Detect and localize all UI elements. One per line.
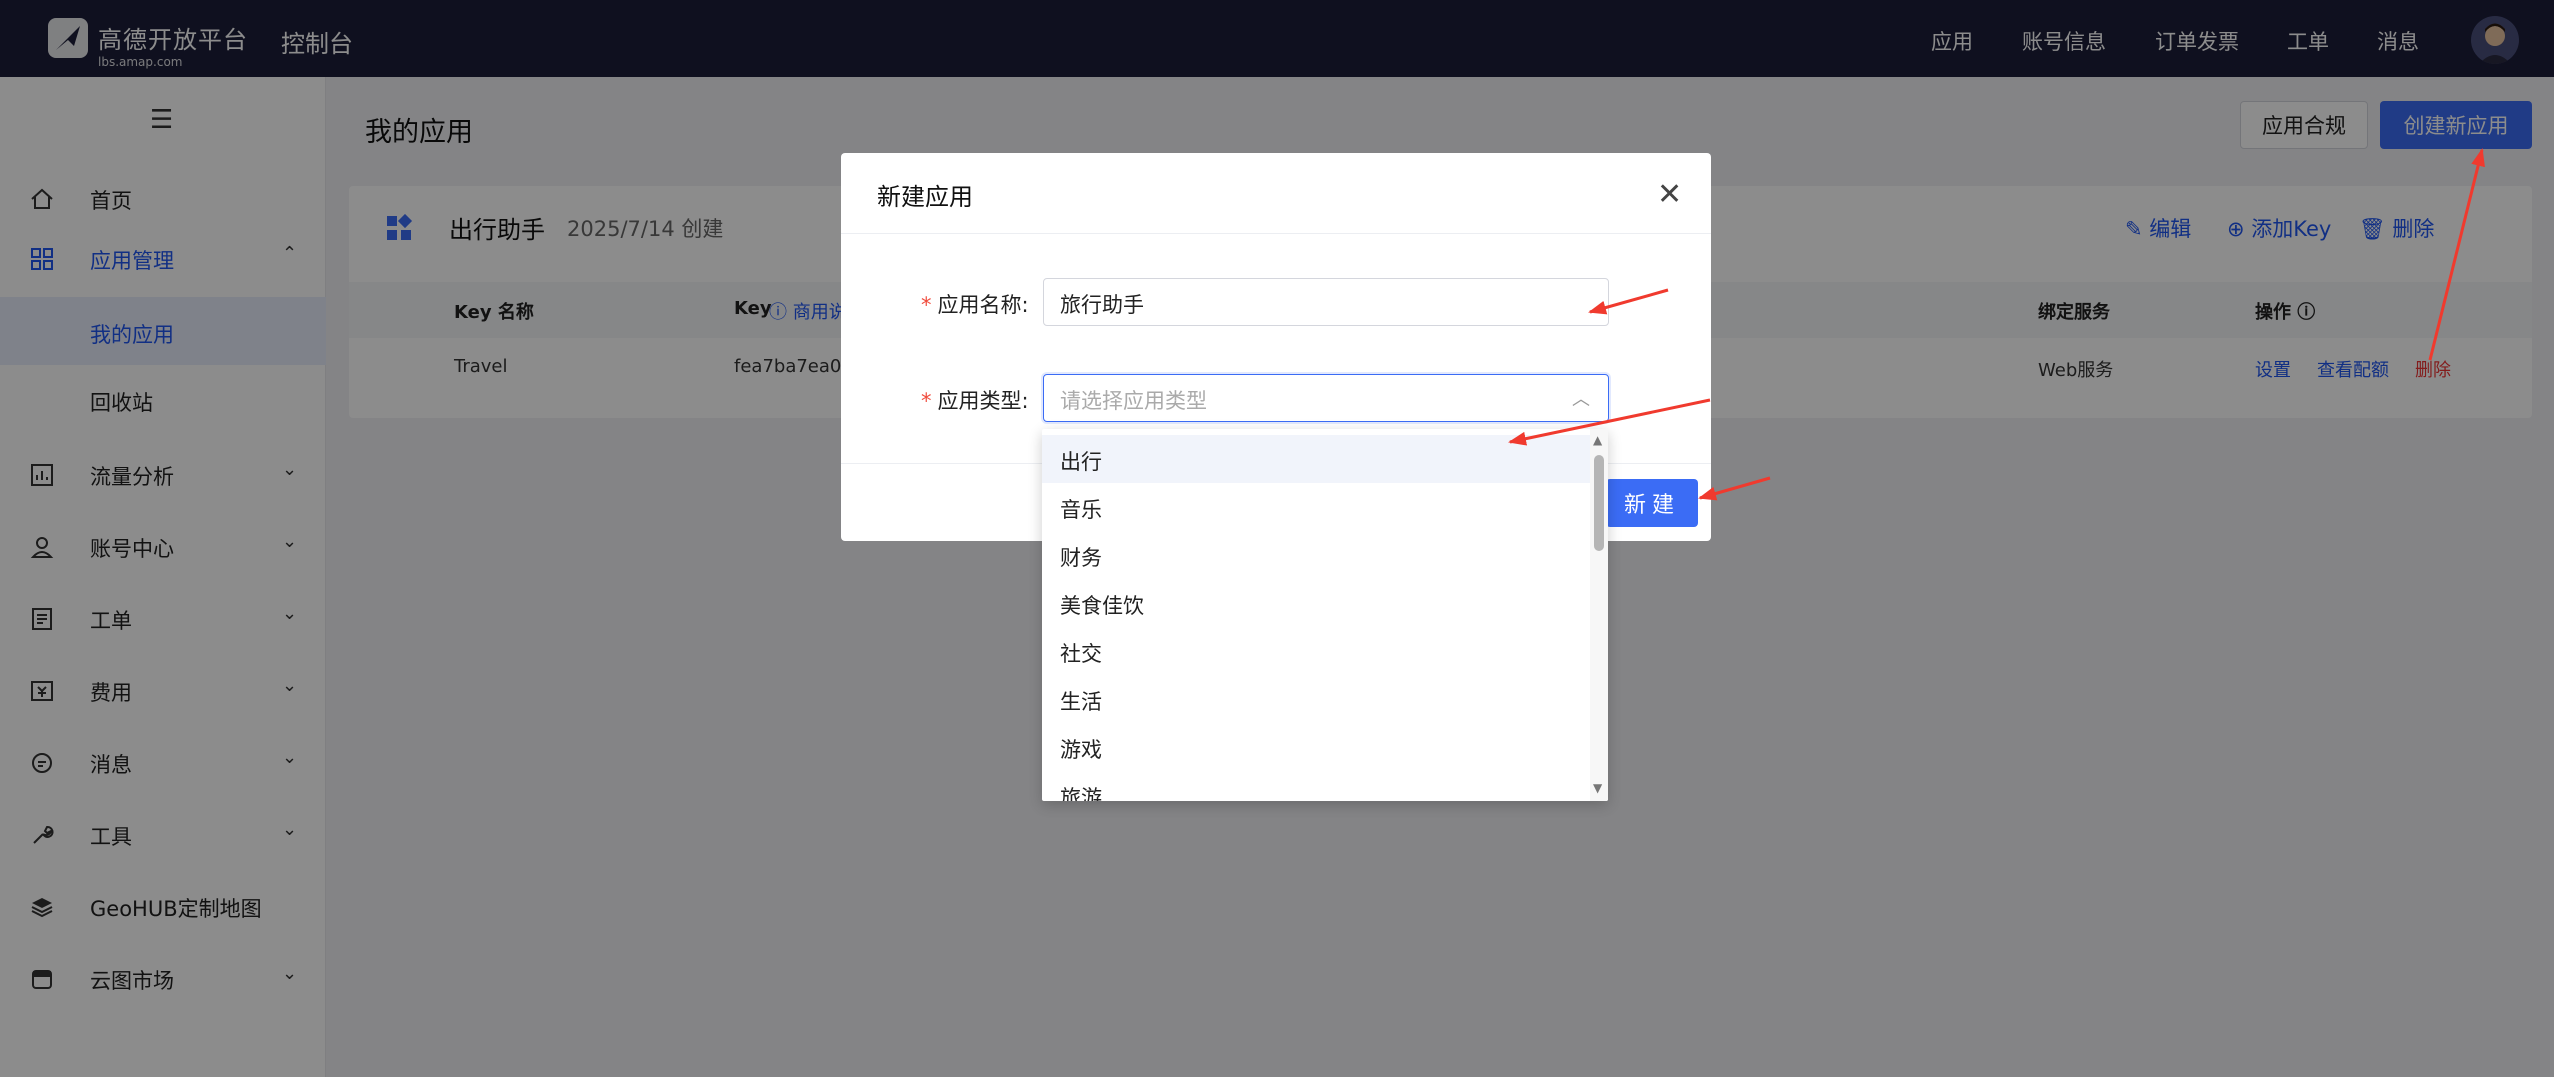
option-game[interactable]: 游戏 [1042,723,1590,771]
option-life[interactable]: 生活 [1042,675,1590,723]
scroll-thumb[interactable] [1594,455,1604,551]
scroll-down-icon[interactable]: ▼ [1593,781,1602,795]
modal-divider [841,233,1711,234]
chevron-up-icon: ︿ [1572,389,1590,410]
app-name-input[interactable]: 旅行助手 [1043,278,1609,326]
option-travel[interactable]: 出行 [1042,435,1590,483]
option-food[interactable]: 美食佳饮 [1042,579,1590,627]
create-button[interactable]: 新建 [1606,479,1698,527]
scroll-up-icon[interactable]: ▲ [1593,433,1602,447]
app-name-label: * 应用名称: [921,293,1029,317]
option-social[interactable]: 社交 [1042,627,1590,675]
dropdown-scrollbar[interactable]: ▲ ▼ [1590,429,1608,801]
close-icon[interactable]: ✕ [1657,177,1682,212]
app-type-select[interactable]: 请选择应用类型 ︿ [1043,374,1609,422]
app-type-label: * 应用类型: [921,389,1029,413]
app-type-dropdown: 出行 音乐 财务 美食佳饮 社交 生活 游戏 旅游 ▲ ▼ [1042,429,1608,801]
app-type-placeholder: 请选择应用类型 [1060,389,1207,413]
option-tourism[interactable]: 旅游 [1042,771,1590,801]
option-music[interactable]: 音乐 [1042,483,1590,531]
option-finance[interactable]: 财务 [1042,531,1590,579]
modal-title: 新建应用 [877,183,973,211]
